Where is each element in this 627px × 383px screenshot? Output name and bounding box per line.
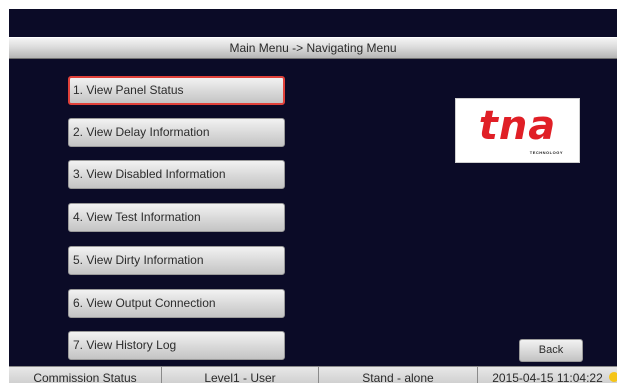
menu-item-view-dirty-information[interactable]: 5. View Dirty Information xyxy=(68,246,285,275)
commission-status: Commission Status xyxy=(9,367,162,383)
panel-screen: Main Menu -> Navigating Menu 1. View Pan… xyxy=(9,9,617,383)
page-title: Main Menu -> Navigating Menu xyxy=(9,37,617,59)
logo-subtext: TECHNOLOGY xyxy=(529,150,563,155)
operating-mode: Stand - alone xyxy=(319,367,478,383)
menu-item-view-disabled-information[interactable]: 3. View Disabled Information xyxy=(68,160,285,189)
tna-logo: tna TECHNOLOGY xyxy=(455,98,580,163)
status-datetime: 2015-04-15 11:04:22 xyxy=(492,371,603,383)
user-level: Level1 - User xyxy=(162,367,319,383)
menu-item-view-test-information[interactable]: 4. View Test Information xyxy=(68,203,285,232)
menu-item-view-delay-information[interactable]: 2. View Delay Information xyxy=(68,118,285,147)
status-bar: Commission Status Level1 - User Stand - … xyxy=(9,366,617,383)
logo-wordmark: tna xyxy=(478,103,557,149)
menu-item-view-panel-status[interactable]: 1. View Panel Status xyxy=(68,76,285,105)
menu-item-view-history-log[interactable]: 7. View History Log xyxy=(68,331,285,360)
status-indicator-icon xyxy=(609,372,617,382)
menu-item-view-output-connection[interactable]: 6. View Output Connection xyxy=(68,289,285,318)
back-button[interactable]: Back xyxy=(519,339,583,362)
